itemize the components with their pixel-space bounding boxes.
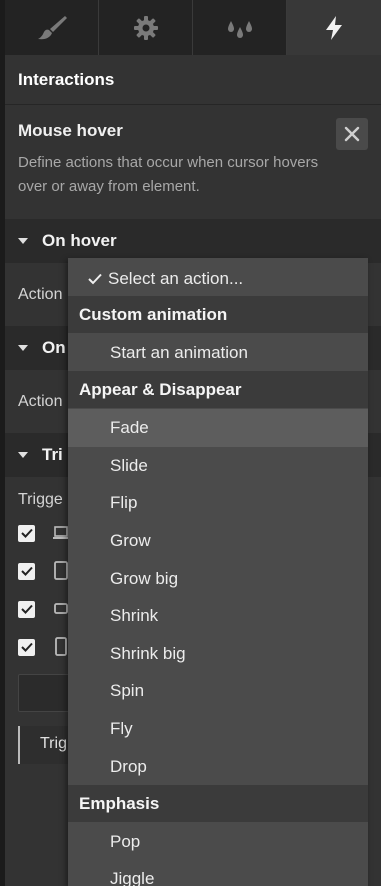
caret-down-icon <box>18 452 28 458</box>
tab-interactions[interactable] <box>287 0 381 55</box>
caret-down-icon <box>18 345 28 351</box>
option-label: Select an action... <box>108 269 244 288</box>
trigger-label: Trigge <box>18 491 63 508</box>
check-icon <box>20 604 33 614</box>
action-label: Action <box>18 286 63 303</box>
checkbox-checked[interactable] <box>18 600 35 618</box>
check-icon <box>88 273 102 285</box>
divider <box>5 104 381 105</box>
group-label: On <box>42 338 66 357</box>
close-button[interactable] <box>336 118 368 150</box>
tab-effects[interactable] <box>193 0 287 55</box>
dropdown-option-highlighted[interactable]: Fade <box>68 409 368 447</box>
hover-section-title: Mouse hover <box>18 121 123 140</box>
dropdown-option[interactable]: Slide <box>68 447 368 485</box>
dropdown-option[interactable]: Fly <box>68 710 368 748</box>
brush-icon <box>37 15 67 39</box>
panel-title: Interactions <box>18 70 115 89</box>
checkbox-checked[interactable] <box>18 524 35 542</box>
dropdown-option[interactable]: Flip <box>68 484 368 522</box>
phone-icon <box>55 637 67 656</box>
dropdown-category: Custom animation <box>68 296 368 333</box>
hover-section-description: Define actions that occur when cursor ho… <box>18 154 319 195</box>
lightning-icon <box>326 15 342 40</box>
drops-icon <box>227 20 252 38</box>
action-dropdown-menu: Select an action... Custom animation Sta… <box>68 258 368 886</box>
panel-tabs <box>5 0 381 55</box>
dropdown-selected-option[interactable]: Select an action... <box>68 260 368 298</box>
caret-down-icon <box>18 238 28 244</box>
group-label: On hover <box>42 231 117 250</box>
tab-style[interactable] <box>5 0 99 55</box>
dropdown-option[interactable]: Grow big <box>68 560 368 598</box>
dropdown-option[interactable]: Drop <box>68 748 368 786</box>
group-on-hover[interactable]: On hover <box>5 219 381 263</box>
gear-icon <box>133 15 158 40</box>
dropdown-option[interactable]: Pop <box>68 823 368 861</box>
check-icon <box>20 528 33 538</box>
dropdown-option[interactable]: Jiggle <box>68 860 368 886</box>
dropdown-category: Appear & Disappear <box>68 371 368 408</box>
dropdown-option[interactable]: Grow <box>68 522 368 560</box>
dropdown-option[interactable]: Spin <box>68 672 368 710</box>
checkbox-checked[interactable] <box>18 562 35 580</box>
action-label-2: Action <box>18 393 63 410</box>
check-icon <box>20 566 33 576</box>
dropdown-option[interactable]: Shrink big <box>68 635 368 673</box>
tab-settings[interactable] <box>99 0 193 55</box>
tablet-icon <box>54 561 68 580</box>
group-label: Tri <box>42 445 63 464</box>
dropdown-category: Emphasis <box>68 785 368 822</box>
dropdown-option[interactable]: Shrink <box>68 597 368 635</box>
checkbox-checked[interactable] <box>18 638 35 656</box>
close-icon <box>344 126 360 142</box>
dropdown-option[interactable]: Start an animation <box>68 334 368 372</box>
check-icon <box>20 642 33 652</box>
